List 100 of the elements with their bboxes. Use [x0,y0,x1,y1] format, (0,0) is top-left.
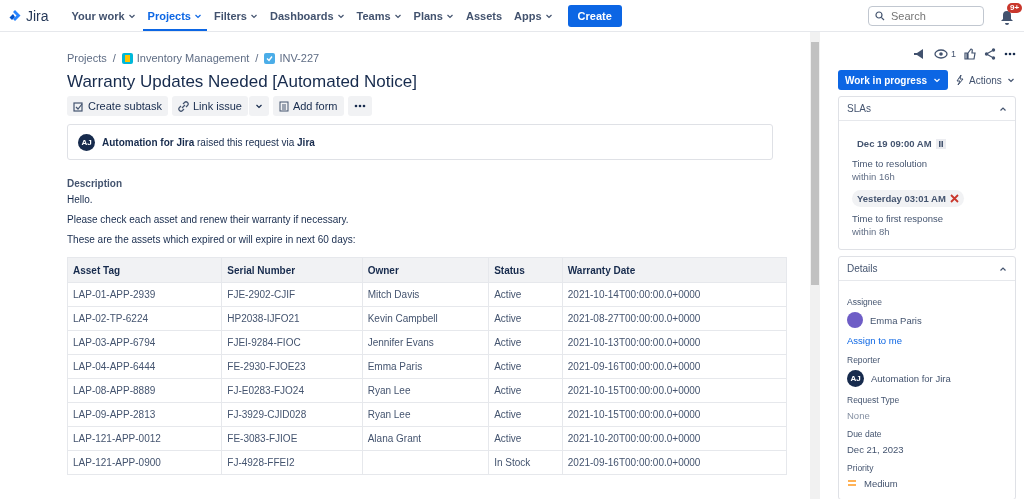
checkbox-icon [264,52,276,64]
more-icon[interactable] [1004,52,1016,56]
breadcrumb-link[interactable]: INV-227 [264,52,320,64]
project-icon [121,52,133,64]
table-cell: LAP-04-APP-6444 [67,354,222,379]
nav-item[interactable]: Apps [509,0,558,31]
sla-time: Dec 19 09:00 AM [852,135,951,152]
field-value: Dec 21, 2023 [847,444,904,455]
link-icon [178,100,189,112]
breadcrumb-link[interactable]: Projects [67,52,107,64]
panel-header[interactable]: SLAs [839,97,1015,121]
share-icon[interactable] [984,48,996,60]
table-cell: FE-2930-FJOE23 [221,354,363,379]
table-cell: Emma Paris [362,354,489,379]
field-label: Assignee [847,297,883,307]
pause-icon [935,138,946,149]
table-cell: Alana Grant [362,426,489,451]
column-header: Warranty Date [562,257,787,283]
table-cell: 2021-08-27T00:00:00.0+0000 [562,306,787,331]
table-cell: 2021-09-16T00:00:00.0+0000 [562,354,787,379]
field-label: Reporter [847,355,882,365]
toolbar-button[interactable]: Add form [272,96,344,116]
table-cell: In Stock [488,450,563,475]
table-cell: Kevin Campbell [362,306,489,331]
logo-text: Jira [26,7,49,24]
column-header: Asset Tag [67,257,222,283]
table-cell: Active [488,402,563,427]
toolbar-button[interactable]: Create subtask [67,96,168,116]
table-cell: FJE-2902-CJIF [221,282,363,307]
breadcrumb-link[interactable]: Inventory Management [121,52,250,64]
megaphone-icon[interactable] [913,48,926,60]
field-value: Medium [864,478,898,489]
field-label: Priority [847,463,875,473]
priority-icon [847,480,857,487]
nav-item[interactable]: Projects [142,0,207,31]
table-cell: FJ-E0283-FJO24 [221,378,363,403]
table-cell: LAP-121-APP-0900 [67,450,222,475]
avatar: AJ [78,133,95,151]
field-value: Automation for Jira [871,373,951,384]
more-button[interactable] [347,96,372,116]
column-header: Serial Number [221,257,363,283]
table-cell: LAP-09-APP-2813 [67,402,222,427]
column-header: Owner [362,257,489,283]
sla-goal: within 16h [852,171,896,182]
scrollbar[interactable] [810,32,820,499]
cross-icon [949,194,959,203]
notification-badge: 9+ [1007,2,1023,13]
subtask-icon [73,100,84,112]
issue-title: Warranty Updates Needed [Automated Notice] [67,72,418,92]
field-label: Request Type [847,395,901,405]
avatar: AJ [847,370,864,387]
table-cell: FJ-3929-CJID028 [221,402,363,427]
table-cell: LAP-01-APP-2939 [67,282,222,307]
breadcrumb-separator: / [112,52,116,64]
nav-item[interactable]: Your work [66,0,141,31]
logo-icon [8,8,22,23]
thumbs-up-icon[interactable] [964,48,976,60]
actions-button[interactable]: Actions [951,74,1019,86]
column-header: Status [488,257,563,283]
table-cell: 2021-09-16T00:00:00.0+0000 [562,450,787,475]
search-field[interactable]: Search [868,5,984,26]
field-label: Due date [847,429,883,439]
nav-item[interactable]: Teams [351,0,407,31]
create-button[interactable]: Create [567,4,622,27]
table-cell: Active [488,306,563,331]
lightning-icon [955,74,965,86]
table-cell: 2021-10-14T00:00:00.0+0000 [562,282,787,307]
table-cell: 2021-10-15T00:00:00.0+0000 [562,378,787,403]
bell-icon[interactable] [1000,9,1014,26]
chevron-down-icon [1006,76,1015,84]
dropdown-button[interactable] [248,96,269,116]
table-cell: Active [488,282,563,307]
nav-item[interactable]: Filters [208,0,263,31]
chevron-down-icon [933,76,942,84]
assign-link[interactable]: Assign to me [847,335,902,346]
description-heading: Description [67,178,123,189]
status-button[interactable]: Work in progress [838,70,949,90]
panel-header[interactable]: Details [839,257,1015,281]
sla-name: Time to resolution [852,158,929,169]
nav-item[interactable]: Assets [460,0,508,31]
more-icon [353,104,366,108]
description-text: Hello. [67,194,94,205]
jira-logo[interactable]: Jira [4,7,53,24]
form-icon [278,100,289,112]
nav-item[interactable]: Plans [408,0,459,31]
eye-icon[interactable] [934,49,948,59]
table-cell: 2021-10-13T00:00:00.0+0000 [562,330,787,355]
toolbar-button[interactable]: Link issue [172,96,248,116]
table-cell: Active [488,354,563,379]
table-cell: LAP-121-APP-0012 [67,426,222,451]
sla-name: Time to first response [852,213,944,224]
nav-item[interactable]: Dashboards [265,0,350,31]
table-cell: Ryan Lee [362,378,489,403]
table-cell: LAP-03-APP-6794 [67,330,222,355]
field-value: Emma Paris [870,314,922,326]
table-cell: Jennifer Evans [362,330,489,355]
field-value: None [847,410,870,421]
table-cell: Ryan Lee [362,402,489,427]
table-cell: HP2038-IJFO21 [221,306,363,331]
request-text: Automation for Jira raised this request via Jira [102,136,315,148]
